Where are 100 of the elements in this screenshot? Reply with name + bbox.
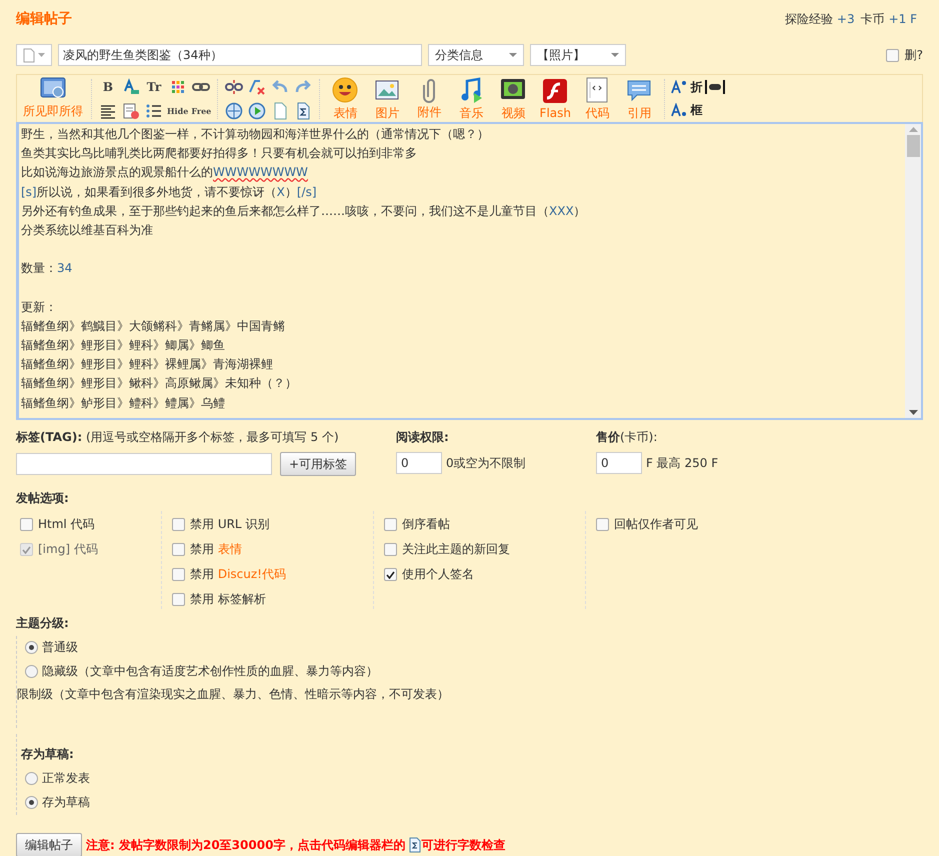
price-label: 售价 bbox=[596, 430, 620, 444]
media-icon bbox=[247, 100, 268, 120]
editor-text: 分类系统以维基百科为准 bbox=[21, 222, 153, 237]
option-label: 禁用 标签解析 bbox=[190, 591, 266, 608]
delete-label: 删? bbox=[904, 46, 923, 64]
editor-text: WWWWWWWW bbox=[213, 165, 308, 180]
stat-label: 探险经验 bbox=[784, 12, 833, 26]
toolbar-button[interactable]: 框 bbox=[671, 102, 726, 118]
editor-text: 34 bbox=[57, 261, 72, 276]
word-count-icon bbox=[409, 837, 422, 853]
stat-value: +1 F bbox=[888, 12, 917, 26]
restricted-note: 限制级（文章中包含有渲染现实之血腥、暴力、色情、性暗示等内容，不可发表） bbox=[17, 686, 450, 703]
category-select[interactable]: 分类信息 bbox=[428, 44, 524, 66]
tags-label: 标签(TAG): bbox=[16, 430, 82, 444]
scroll-up-icon bbox=[908, 127, 918, 132]
editor-text: 鱼类其实比鸟比哺乳类比两爬都要好拍得多！只要有机会就可以拍到非常多 bbox=[21, 146, 417, 160]
editor-text: [/s] bbox=[296, 184, 317, 199]
document-icon bbox=[23, 48, 35, 62]
editor-text: [s] bbox=[21, 184, 37, 199]
option-label: 倒序看帖 bbox=[402, 516, 450, 533]
superscript-icon bbox=[671, 80, 688, 94]
page-title: 编辑帖子 bbox=[16, 10, 72, 28]
grading-radio[interactable] bbox=[25, 640, 38, 654]
smiley-icon bbox=[331, 76, 360, 104]
read-permission-label: 阅读权限: bbox=[396, 429, 450, 446]
caret-icon bbox=[611, 53, 619, 57]
available-tags-button[interactable]: +可用标签 bbox=[280, 452, 356, 476]
caret-icon bbox=[509, 53, 517, 57]
radio-label: 隐藏级（文章中包含有适度艺术创作性质的血腥、暴力等内容） bbox=[42, 662, 378, 680]
option-label: 关注此主题的新回复 bbox=[402, 541, 510, 558]
subscript-icon bbox=[671, 103, 688, 117]
option-label: 回帖仅作者可见 bbox=[614, 516, 698, 533]
toolbar-button[interactable]: 折 bbox=[671, 78, 726, 96]
font-color-icon bbox=[121, 76, 141, 96]
price-unit: (卡币): bbox=[620, 430, 658, 444]
grading-label: 主题分级: bbox=[16, 616, 69, 630]
globe-icon bbox=[224, 100, 244, 120]
tags-field[interactable] bbox=[16, 453, 272, 475]
option-checkbox[interactable] bbox=[384, 518, 397, 531]
editor-text: 辐鳍鱼纲》鹤鱵目》大颌鳉科》青鳉属》中国青鳉 bbox=[21, 318, 285, 333]
editor-text: 辐鳍鱼纲》鲤形目》鳅科》高原鳅属》未知种（？） bbox=[21, 376, 297, 390]
editor-text: XXX bbox=[549, 204, 574, 218]
editor-text: 另外还有钓鱼成果，至于那些钓起来的鱼后来都怎么样了……咳咳，不要问，我们这不是儿童节目（ bbox=[21, 204, 549, 218]
paperclip-icon bbox=[423, 76, 436, 102]
draft-radio[interactable] bbox=[25, 772, 38, 784]
option-label: 禁用 Discuz!代码 bbox=[190, 566, 286, 583]
draft-label: 存为草稿: bbox=[21, 746, 75, 763]
editor-text: 比如说海边旅游景点的观景船什么的 bbox=[21, 165, 213, 180]
toolbar-button[interactable]: Free bbox=[191, 100, 212, 120]
option-checkbox[interactable] bbox=[172, 568, 185, 581]
editor-text: ） bbox=[574, 204, 586, 218]
draft-radio[interactable] bbox=[25, 796, 38, 808]
paste-icon bbox=[121, 100, 141, 120]
option-checkbox[interactable] bbox=[596, 518, 609, 531]
grading-radio[interactable] bbox=[25, 664, 38, 678]
option-checkbox[interactable] bbox=[384, 568, 397, 581]
option-label: Html 代码 bbox=[38, 516, 95, 533]
type-select[interactable]: 【照片】 bbox=[530, 44, 626, 66]
option-label: 禁用 表情 bbox=[190, 541, 242, 558]
option-checkbox[interactable] bbox=[20, 518, 33, 531]
editor-text: 数量： bbox=[21, 261, 57, 276]
delete-checkbox[interactable] bbox=[886, 48, 899, 62]
notice-text: 注意: 发帖字数限制为20至30000字，点击代码编辑器栏的 bbox=[86, 836, 406, 854]
option-checkbox[interactable] bbox=[172, 593, 185, 606]
radio-label: 存为草稿 bbox=[42, 794, 90, 810]
editor-text: 野生，当然和其他几个图鉴一样，不计算动物园和海洋世界什么的（通常情况下（嗯？） bbox=[21, 127, 489, 141]
flash-logo-icon bbox=[541, 77, 570, 105]
scrollbar[interactable] bbox=[905, 124, 921, 418]
price-field[interactable]: 0 bbox=[596, 452, 642, 474]
editor-text: 所以说，如果看到很多外地货，请不要惊讶（ bbox=[36, 184, 277, 199]
editor-text: 辐鳍鱼纲》鲤形目》鲤科》鲫属》鲫鱼 bbox=[21, 338, 225, 352]
radio-label: 正常发表 bbox=[42, 770, 90, 786]
read-permission-field[interactable]: 0 bbox=[396, 452, 442, 474]
editor-text: 辐鳍鱼纲》鲤形目》鲤科》裸鲤属》青海湖裸鲤 bbox=[21, 357, 273, 372]
editor-textarea[interactable] bbox=[16, 122, 923, 420]
toolbar-button[interactable]: Hide bbox=[167, 100, 188, 120]
price-note: F 最高 250 F bbox=[646, 454, 718, 472]
tags-hint: (用逗号或空格隔开多个标签，最多可填写 5 个) bbox=[86, 430, 339, 444]
read-permission-note: 0或空为不限制 bbox=[446, 454, 526, 472]
link-icon bbox=[705, 80, 726, 94]
post-icon-dropdown[interactable] bbox=[16, 44, 52, 66]
option-checkbox[interactable] bbox=[172, 543, 185, 556]
toolbar-button[interactable]: Tr bbox=[144, 76, 164, 96]
editor-text: 更新： bbox=[21, 300, 57, 314]
option-checkbox[interactable] bbox=[384, 543, 397, 556]
option-checkbox[interactable] bbox=[172, 518, 185, 531]
scroll-thumb[interactable] bbox=[906, 135, 920, 157]
option-label: 禁用 URL 识别 bbox=[190, 516, 270, 533]
editor-text: 辐鳍鱼纲》鲈形目》鳢科》鳢属》乌鳢 bbox=[21, 396, 225, 410]
submit-button[interactable]: 编辑帖子 bbox=[16, 833, 82, 856]
editor-text: X bbox=[276, 184, 285, 199]
caret-icon bbox=[38, 53, 45, 57]
options-label: 发帖选项: bbox=[16, 491, 69, 505]
editor-text: ） bbox=[284, 184, 297, 199]
option-label: [img] 代码 bbox=[38, 541, 98, 558]
stat-value: +3 bbox=[836, 12, 855, 26]
subject-field[interactable]: 凌风的野生鱼类图鉴（34种） bbox=[58, 44, 422, 66]
option-label: 使用个人签名 bbox=[402, 566, 474, 583]
stat-label: 卡币 bbox=[860, 12, 885, 26]
toolbar-button[interactable]: B bbox=[98, 76, 118, 96]
